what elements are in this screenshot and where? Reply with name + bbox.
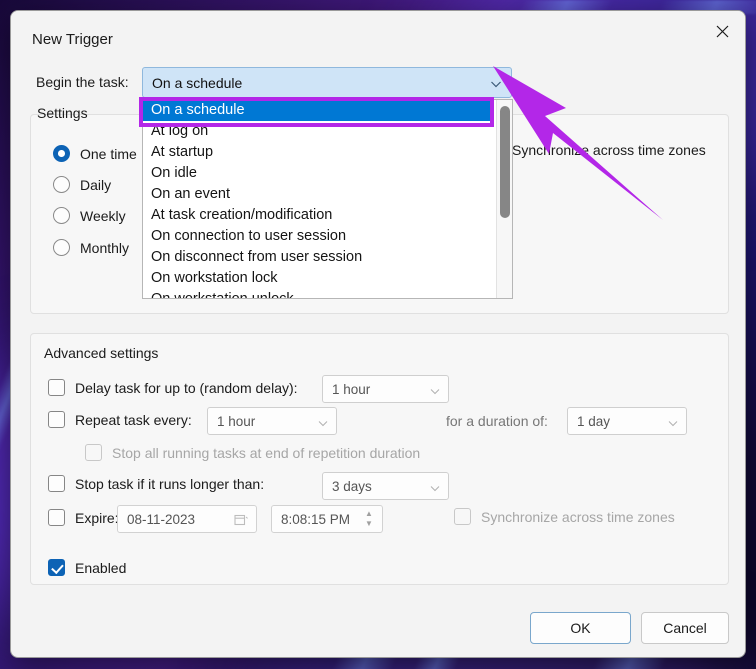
expire-time-value: 8:08:15 PM [281,512,351,527]
radio-one-time[interactable]: One time [53,145,137,162]
advanced-settings-group-title: Advanced settings [44,345,159,361]
delay-task-checkbox-row[interactable]: Delay task for up to (random delay): [48,379,298,396]
stop-running-tasks-label: Stop all running tasks at end of repetit… [112,444,421,461]
dropdown-items: On a schedule At log on At startup On idle O… [143,100,493,298]
dropdown-item[interactable]: At task creation/modification [143,205,493,226]
begin-task-combobox[interactable]: On a schedule [142,67,512,98]
repeat-task-interval-value: 1 hour [217,414,256,429]
radio-daily-indicator [53,176,70,193]
delay-task-label: Delay task for up to (random delay): [75,379,298,396]
sync-timezones-label: Synchronize across time zones [481,508,675,525]
enabled-checkbox[interactable] [48,559,65,576]
calendar-icon [234,514,248,526]
enabled-label: Enabled [75,559,127,576]
new-trigger-dialog: New Trigger Settings One time Daily Week… [10,10,746,658]
expire-time-spinner[interactable]: ▲ ▼ [359,509,379,529]
spinner-down-icon[interactable]: ▼ [365,520,373,528]
chevron-down-icon [668,421,678,427]
dropdown-item[interactable]: On a schedule [143,100,493,121]
page-title: New Trigger [32,31,113,48]
dropdown-item[interactable]: At startup [143,142,493,163]
close-button[interactable] [699,11,745,51]
expire-checkbox[interactable] [48,509,65,526]
dropdown-item[interactable]: On workstation unlock [143,289,493,298]
repeat-task-interval-dropdown[interactable]: 1 hour [207,407,337,435]
repeat-task-label: Repeat task every: [75,411,192,428]
stop-running-tasks-checkbox-row[interactable]: Stop all running tasks at end of repetit… [85,444,420,461]
close-icon [716,25,728,37]
dropdown-item[interactable]: On an event [143,184,493,205]
radio-monthly[interactable]: Monthly [53,239,129,256]
dropdown-scrollbar[interactable] [496,100,512,298]
expire-time-field[interactable]: 8:08:15 PM ▲ ▼ [271,505,383,533]
radio-one-time-label: One time [80,145,137,162]
for-a-duration-of-label: for a duration of: [446,413,548,429]
dropdown-item[interactable]: At log on [143,121,493,142]
stop-task-longer-label: Stop task if it runs longer than: [75,475,265,492]
repeat-task-checkbox[interactable] [48,411,65,428]
radio-monthly-indicator [53,239,70,256]
begin-task-row: Begin the task: On a schedule [11,67,745,99]
stop-task-longer-value: 3 days [332,479,372,494]
radio-weekly-label: Weekly [80,207,126,224]
chevron-down-icon [318,421,328,427]
radio-daily-label: Daily [80,176,112,193]
title-bar: New Trigger [11,11,745,59]
sync-timezones-checkbox[interactable] [454,508,471,525]
dropdown-item[interactable]: On workstation lock [143,268,493,289]
delay-task-checkbox[interactable] [48,379,65,396]
delay-task-value-dropdown[interactable]: 1 hour [322,375,449,403]
stop-task-longer-checkbox[interactable] [48,475,65,492]
radio-weekly[interactable]: Weekly [53,207,126,224]
stop-task-longer-checkbox-row[interactable]: Stop task if it runs longer than: [48,475,264,492]
expire-checkbox-row[interactable]: Expire: [48,509,119,526]
dropdown-item[interactable]: On idle [143,163,493,184]
expire-date-value: 08-11-2023 [127,512,196,527]
stop-task-longer-value-dropdown[interactable]: 3 days [322,472,449,500]
delay-task-value: 1 hour [332,382,371,397]
ok-button[interactable]: OK [530,612,631,644]
stop-running-tasks-checkbox[interactable] [85,444,102,461]
chevron-down-icon [430,486,440,492]
settings-sync-timezones-label: Synchronize across time zones [512,142,706,158]
spinner-up-icon[interactable]: ▲ [365,510,373,518]
sync-timezones-checkbox-row[interactable]: Synchronize across time zones [454,508,675,525]
expire-label: Expire: [75,509,119,526]
dropdown-item[interactable]: On disconnect from user session [143,247,493,268]
begin-task-dropdown-list[interactable]: On a schedule At log on At startup On idle O… [142,99,513,299]
dropdown-scrollbar-thumb[interactable] [500,106,510,218]
radio-monthly-label: Monthly [80,239,130,256]
radio-one-time-indicator [53,145,70,162]
begin-task-selected-value: On a schedule [152,75,243,91]
cancel-button[interactable]: Cancel [641,612,729,644]
dropdown-item[interactable]: On connection to user session [143,226,493,247]
begin-task-label: Begin the task: [36,74,129,90]
settings-group-title: Settings [37,105,88,121]
repeat-duration-dropdown[interactable]: 1 day [567,407,687,435]
repeat-duration-value: 1 day [577,414,611,429]
radio-weekly-indicator [53,207,70,224]
expire-date-field[interactable]: 08-11-2023 [117,505,257,533]
repeat-task-checkbox-row[interactable]: Repeat task every: [48,411,192,428]
enabled-checkbox-row[interactable]: Enabled [48,559,126,576]
radio-daily[interactable]: Daily [53,176,111,193]
chevron-down-icon [430,389,440,395]
chevron-down-icon [491,81,501,88]
